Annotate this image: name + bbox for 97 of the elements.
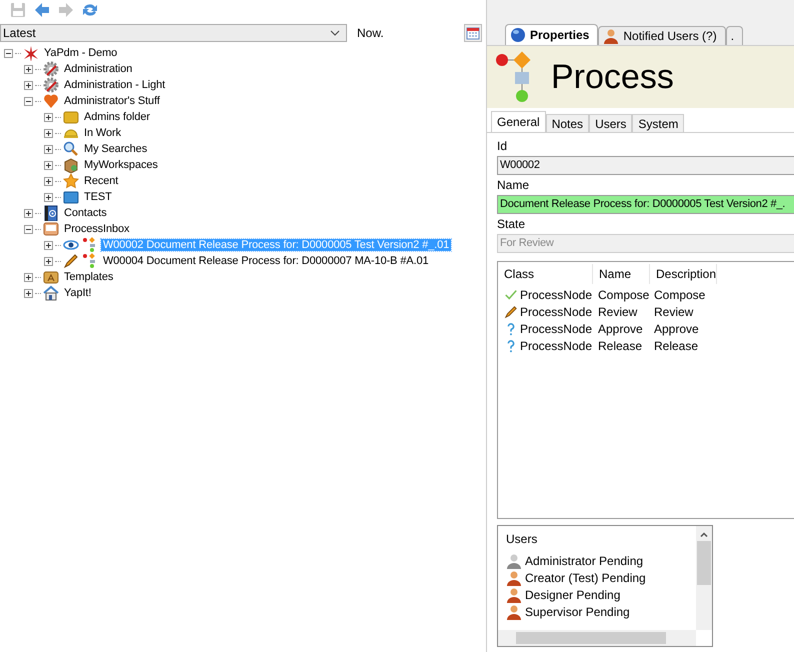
column-header[interactable]: Name — [593, 264, 650, 284]
tree-item[interactable]: ProcessInbox — [62, 223, 132, 235]
tab[interactable]: Notes — [546, 114, 590, 132]
package-icon — [63, 157, 79, 173]
caret-icon — [330, 30, 340, 36]
tree-item[interactable]: TEST — [82, 191, 114, 203]
input-field[interactable]: Document Release Process for: D0000005 Test Version2 #_. — [497, 195, 794, 214]
table-cell: ProcessNode — [520, 322, 592, 336]
scroll-up-icon[interactable] — [700, 532, 708, 537]
tab[interactable]: Properties — [505, 24, 598, 45]
table-cell: ProcessNode — [520, 288, 592, 302]
tree-item[interactable]: Administration — [62, 63, 134, 75]
expand-icon[interactable] — [44, 144, 53, 154]
tree-item[interactable]: Templates — [62, 271, 116, 283]
expand-icon[interactable] — [24, 208, 33, 218]
field-label: State — [497, 216, 526, 233]
tab[interactable]: . — [726, 26, 744, 45]
list-item[interactable]: Administrator Pending — [525, 554, 644, 568]
gear-icon — [43, 61, 59, 77]
expand-icon[interactable] — [44, 112, 53, 122]
table-cell: Compose — [598, 288, 650, 302]
expand-icon[interactable] — [44, 176, 53, 186]
expand-icon[interactable] — [44, 240, 53, 250]
calendar-button[interactable] — [464, 24, 482, 42]
folder-icon — [43, 269, 59, 285]
table-cell: Review — [654, 304, 694, 318]
process-icon — [495, 50, 533, 104]
horizontal-scrollbar[interactable] — [498, 630, 696, 646]
tree-item[interactable]: MyWorkspaces — [82, 159, 160, 171]
tree-item[interactable]: Contacts — [62, 207, 109, 219]
tab[interactable]: System — [632, 114, 684, 132]
forward-arrow-icon — [57, 1, 75, 19]
tree-item[interactable]: Recent — [82, 175, 120, 187]
expand-icon[interactable] — [44, 128, 53, 138]
field-label: Name — [497, 177, 530, 194]
table-cell: ProcessNode — [520, 304, 592, 318]
list-item[interactable]: Supervisor Pending — [525, 604, 630, 618]
collapse-icon[interactable] — [4, 48, 13, 58]
tab[interactable]: General — [491, 111, 546, 132]
gear-icon — [43, 77, 59, 93]
table-cell: Release — [654, 338, 698, 352]
globe-icon — [510, 27, 526, 43]
pencil-icon — [504, 304, 518, 320]
inbox-icon — [43, 221, 59, 237]
table-cell: ProcessNode — [520, 338, 592, 352]
collapse-icon[interactable] — [24, 224, 33, 234]
tree-item[interactable]: Administration - Light — [62, 79, 168, 91]
heart-icon — [43, 93, 59, 109]
expand-icon[interactable] — [24, 288, 33, 298]
user-icon — [506, 570, 522, 586]
user-icon — [603, 28, 620, 44]
tree-item[interactable]: Admins folder — [82, 111, 152, 123]
user-icon — [506, 552, 522, 568]
expand-icon[interactable] — [44, 192, 53, 202]
table-cell: Review — [598, 304, 638, 318]
expand-icon[interactable] — [44, 256, 53, 266]
folder-icon — [63, 109, 79, 125]
table-cell: Approve — [598, 322, 643, 336]
column-header[interactable]: Description — [650, 264, 718, 284]
process-icon — [82, 237, 98, 253]
tree-item[interactable]: W00004 Document Release Process for: D0000007 MA-10-B #A.01 — [101, 255, 430, 267]
input-field[interactable]: W00002 — [497, 156, 794, 175]
tab[interactable]: Users — [589, 114, 632, 132]
version-dropdown[interactable]: Latest — [0, 24, 347, 42]
vertical-scrollbar[interactable] — [696, 526, 712, 630]
expand-icon[interactable] — [44, 160, 53, 170]
date-label: Now. — [357, 26, 385, 40]
list-title: Users — [506, 532, 538, 548]
back-arrow-icon — [33, 1, 51, 19]
header-title: Process — [551, 58, 674, 96]
tree-item[interactable]: YaPdm - Demo — [42, 47, 120, 59]
list-item[interactable]: Creator (Test) Pending — [525, 570, 646, 584]
user-icon — [506, 586, 522, 602]
contacts-book-icon — [43, 205, 59, 221]
search-icon — [63, 141, 79, 157]
field-label: Id — [497, 138, 508, 155]
tree-item[interactable]: YapIt! — [62, 287, 94, 299]
table-cell: Release — [598, 338, 642, 352]
star-icon — [23, 45, 39, 61]
column-header[interactable]: Class — [498, 264, 593, 284]
expand-icon[interactable] — [24, 80, 33, 90]
house-icon — [43, 285, 59, 301]
user-icon — [506, 604, 522, 620]
tree-item[interactable]: In Work — [82, 127, 123, 139]
collapse-icon[interactable] — [24, 96, 33, 106]
list-item[interactable]: Designer Pending — [525, 588, 620, 602]
expand-icon[interactable] — [24, 272, 33, 282]
tree-item[interactable]: My Searches — [82, 143, 150, 155]
tree-item[interactable]: Administrator's Stuff — [62, 95, 162, 107]
table-cell: Approve — [654, 322, 699, 336]
table-cell: Compose — [654, 288, 706, 302]
process-icon — [82, 253, 98, 269]
tab[interactable]: Notified Users (?) — [598, 26, 726, 45]
folder-icon — [63, 189, 79, 205]
expand-icon[interactable] — [24, 64, 33, 74]
star-icon — [63, 173, 79, 189]
pencil-icon — [63, 253, 79, 269]
